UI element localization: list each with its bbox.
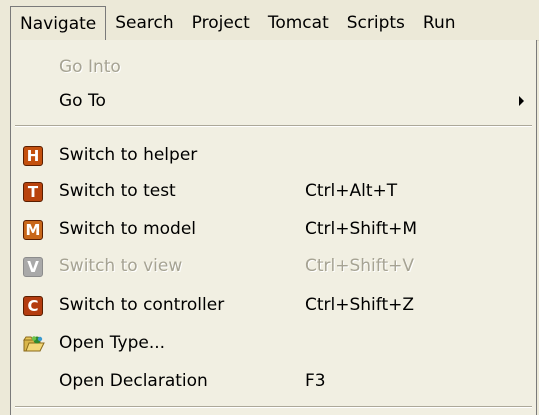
menu-item-label: Open Type... [59, 333, 166, 353]
menu-item-label: Go To [59, 91, 106, 111]
menu-item-open-type[interactable]: Open Type... [11, 326, 536, 360]
menu-item-go-into: Go Into [11, 50, 536, 84]
menu-item-label: Switch to helper [59, 145, 198, 165]
menu-item-switch-to-model[interactable]: M Switch to model Ctrl+Shift+M [11, 212, 536, 246]
test-t-icon: T [23, 182, 43, 202]
controller-c-icon: C [23, 296, 43, 316]
menu-navigate[interactable]: Navigate [10, 6, 107, 40]
menu-item-switch-to-helper[interactable]: H Switch to helper [11, 138, 536, 172]
menu-item-open-declaration[interactable]: Open Declaration F3 [11, 364, 536, 398]
navigate-dropdown-menu: Go Into Go To H Switch to helper T Switc… [10, 40, 537, 415]
menu-tomcat[interactable]: Tomcat [259, 6, 338, 40]
menu-project[interactable]: Project [183, 6, 259, 40]
menu-item-shortcut: Ctrl+Shift+Z [305, 295, 415, 315]
helper-h-icon: H [23, 146, 43, 166]
submenu-arrow-icon [519, 96, 524, 106]
menu-item-shortcut: Ctrl+Shift+V [305, 256, 415, 276]
menu-separator [15, 406, 532, 408]
menu-item-switch-to-view: V Switch to view Ctrl+Shift+V [11, 249, 536, 283]
model-m-icon: M [23, 220, 43, 240]
menu-item-label: Go Into [59, 57, 121, 77]
menu-item-switch-to-controller[interactable]: C Switch to controller Ctrl+Shift+Z [11, 288, 536, 322]
menu-item-label: Switch to view [59, 256, 183, 276]
menu-item-label: Switch to model [59, 219, 197, 239]
menu-item-go-to[interactable]: Go To [11, 84, 536, 118]
menu-item-shortcut: Ctrl+Alt+T [305, 181, 398, 201]
menu-item-label: Switch to controller [59, 295, 225, 315]
menu-item-shortcut: F3 [305, 371, 326, 391]
menu-bar: Navigate Search Project Tomcat Scripts R… [10, 6, 539, 41]
menu-search[interactable]: Search [106, 6, 182, 40]
menu-item-label: Switch to test [59, 181, 176, 201]
menu-run[interactable]: Run [414, 6, 465, 40]
menu-item-switch-to-test[interactable]: T Switch to test Ctrl+Alt+T [11, 174, 536, 208]
menu-item-shortcut: Ctrl+Shift+M [305, 219, 418, 239]
open-type-folder-icon [23, 334, 45, 354]
view-v-icon: V [23, 257, 43, 277]
menu-separator [15, 125, 532, 127]
menu-item-label: Open Declaration [59, 371, 208, 391]
menu-scripts[interactable]: Scripts [338, 6, 414, 40]
